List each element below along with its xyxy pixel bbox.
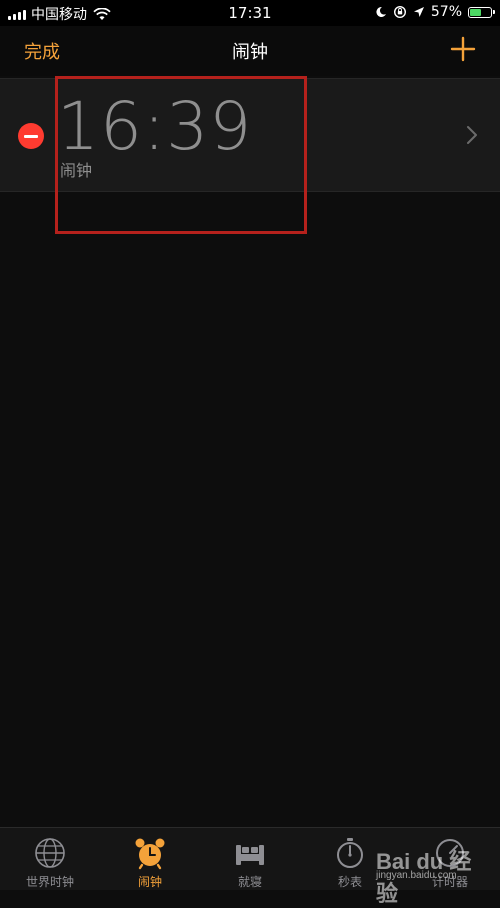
tab-world-clock[interactable]: 世界时钟 [0,828,100,890]
tab-timer[interactable]: 计时器 [400,828,500,890]
tab-label: 世界时钟 [25,875,74,889]
rotation-lock-icon [393,5,406,19]
bed-icon [236,845,264,865]
globe-icon [35,838,65,868]
tab-stopwatch[interactable]: 秒表 [300,828,400,890]
timer-icon [436,839,464,867]
tab-label: 秒表 [337,875,362,889]
tab-label: 闹钟 [137,875,162,889]
nav-bar: 完成 闹钟 [0,26,500,76]
tab-label: 计时器 [431,875,468,889]
alarm-time: 16:39 [57,88,253,165]
alarm-clock-icon [135,838,165,870]
tab-alarm[interactable]: 闹钟 [100,828,200,890]
battery-icon [468,6,495,18]
minus-circle-icon[interactable] [18,123,44,149]
battery-percent: 57% [430,4,462,20]
done-button[interactable]: 完成 [24,38,60,64]
status-bar: 中国移动 17:31 57% [0,0,500,26]
moon-icon [376,6,386,17]
tab-label: 就寝 [237,875,262,889]
tab-bar: 世界时钟 闹钟 就寝 秒表 计时器 [0,827,500,890]
alarm-label: 闹钟 [60,161,93,180]
location-icon [413,7,424,17]
stopwatch-icon [337,838,363,868]
alarm-row[interactable]: 16:39 闹钟 [0,78,500,192]
battery-level [470,8,482,16]
chevron-right-icon[interactable] [466,125,478,145]
status-right: 57% [375,4,495,20]
tab-bedtime[interactable]: 就寝 [200,828,300,890]
page-title: 闹钟 [232,42,268,63]
plus-icon[interactable] [448,34,478,64]
